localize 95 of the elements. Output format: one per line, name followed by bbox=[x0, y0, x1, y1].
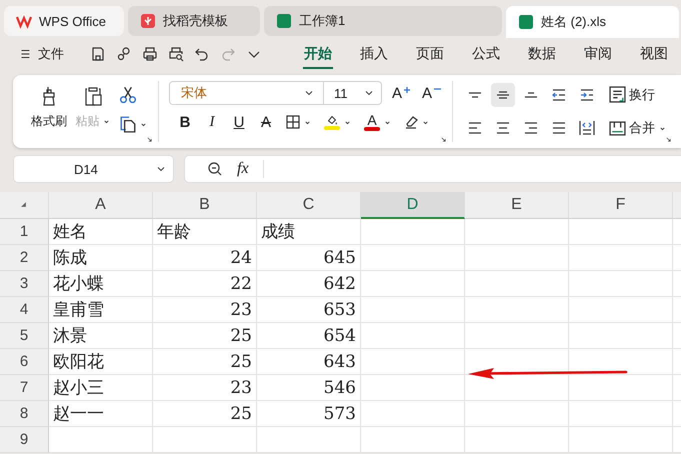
link-icon[interactable] bbox=[116, 46, 132, 62]
borders-icon[interactable] bbox=[285, 114, 301, 130]
table-cell: 645 bbox=[257, 245, 361, 271]
name-box[interactable]: D14 bbox=[13, 155, 174, 183]
align-top-icon bbox=[467, 90, 484, 99]
table-cell: 546 bbox=[257, 375, 361, 401]
spreadsheet-icon bbox=[276, 13, 292, 29]
table-cell: 22 bbox=[153, 271, 257, 297]
italic-button[interactable]: I bbox=[204, 114, 220, 130]
align-middle-button[interactable] bbox=[491, 82, 516, 107]
ribbon-tab[interactable]: 开始 bbox=[303, 40, 333, 68]
row-header[interactable]: 7 bbox=[0, 375, 49, 401]
bold-button[interactable]: B bbox=[177, 114, 193, 130]
table-cell: 赵小三 bbox=[49, 375, 153, 401]
column-header[interactable]: A bbox=[49, 192, 153, 219]
table-cell: 24 bbox=[153, 245, 257, 271]
window-tab[interactable]: 找稻壳模板 bbox=[128, 6, 260, 36]
increase-indent-icon bbox=[579, 86, 596, 103]
logo-icon bbox=[16, 13, 32, 29]
merge-cells-icon bbox=[609, 120, 626, 137]
function-button[interactable]: fx bbox=[237, 160, 249, 178]
justify-icon bbox=[551, 120, 568, 136]
column-header[interactable]: C bbox=[257, 192, 361, 219]
ribbon-tab[interactable]: 插入 bbox=[359, 40, 389, 68]
table-cell: 陈成 bbox=[49, 245, 153, 271]
column-header[interactable]: E bbox=[465, 192, 569, 219]
window-tab[interactable]: WPS Office bbox=[4, 6, 124, 36]
align-center-icon bbox=[495, 120, 512, 136]
window-tab[interactable]: 工作簿1 bbox=[264, 6, 502, 36]
table-cell: 642 bbox=[257, 271, 361, 297]
window-tab[interactable]: 姓名 (2).xls bbox=[506, 6, 679, 38]
table-cell: 25 bbox=[153, 323, 257, 349]
save-icon[interactable] bbox=[90, 46, 106, 62]
spreadsheet-icon bbox=[518, 14, 534, 30]
ribbon-tab[interactable]: 数据 bbox=[527, 40, 557, 68]
table-cell: 653 bbox=[257, 297, 361, 323]
table-cell: 573 bbox=[257, 401, 361, 427]
table-cell: 沐景 bbox=[49, 323, 153, 349]
column-header[interactable]: B bbox=[153, 192, 257, 219]
dialog-launcher-icon[interactable] bbox=[664, 135, 674, 144]
row-header[interactable]: 1 bbox=[0, 219, 49, 245]
file-menu[interactable]: 文件 bbox=[18, 45, 70, 63]
align-left-icon bbox=[467, 120, 484, 136]
undo-icon[interactable] bbox=[194, 46, 210, 62]
row-header[interactable]: 2 bbox=[0, 245, 49, 271]
row-header[interactable]: 9 bbox=[0, 427, 49, 453]
merge-cells-button[interactable]: 合并 bbox=[609, 119, 668, 138]
fill-color-swatch bbox=[324, 126, 340, 130]
table-cell: 年龄 bbox=[153, 219, 257, 245]
table-cell: 成绩 bbox=[257, 219, 361, 245]
row-header[interactable]: 8 bbox=[0, 401, 49, 427]
ribbon-tab[interactable]: 视图 bbox=[639, 40, 669, 68]
table-cell: 花小蝶 bbox=[49, 271, 153, 297]
table-cell: 654 bbox=[257, 323, 361, 349]
dialog-launcher-icon[interactable] bbox=[145, 135, 154, 144]
table-cell: 姓名 bbox=[49, 219, 153, 245]
font-color-swatch bbox=[364, 127, 380, 131]
zoom-out-icon[interactable] bbox=[207, 161, 223, 177]
underline-button[interactable]: U bbox=[231, 114, 247, 130]
align-right-icon bbox=[523, 120, 540, 136]
table-cell: 643 bbox=[257, 349, 361, 375]
table-cell: 欧阳花 bbox=[49, 349, 153, 375]
table-cell: 皇甫雪 bbox=[49, 297, 153, 323]
fill-color-button[interactable] bbox=[323, 114, 341, 130]
dialog-launcher-icon[interactable] bbox=[439, 135, 448, 144]
ribbon-tab[interactable]: 审阅 bbox=[583, 40, 613, 68]
copy-icon[interactable] bbox=[119, 115, 137, 133]
table-cell: 25 bbox=[153, 349, 257, 375]
table-cell: 23 bbox=[153, 375, 257, 401]
table-cell: 23 bbox=[153, 297, 257, 323]
scissors-icon[interactable] bbox=[119, 85, 137, 103]
ribbon-tab[interactable]: 页面 bbox=[415, 40, 445, 68]
strike-button[interactable]: A bbox=[258, 114, 274, 130]
format-painter-button[interactable]: 格式刷 bbox=[27, 81, 71, 142]
row-header[interactable]: 3 bbox=[0, 271, 49, 297]
decrease-indent-icon bbox=[551, 86, 568, 103]
row-header[interactable]: 6 bbox=[0, 349, 49, 375]
table-cell: 25 bbox=[153, 401, 257, 427]
column-header[interactable]: F bbox=[569, 192, 673, 219]
table-cell: 赵一一 bbox=[49, 401, 153, 427]
shrink-font-button[interactable]: A bbox=[422, 84, 442, 102]
eraser-icon[interactable] bbox=[403, 114, 419, 130]
plus-icon bbox=[402, 84, 412, 94]
row-header[interactable]: 4 bbox=[0, 297, 49, 323]
grow-font-button[interactable]: A bbox=[392, 84, 412, 102]
wrap-text-icon bbox=[609, 86, 626, 104]
column-header[interactable]: D bbox=[361, 192, 465, 219]
row-header[interactable]: 5 bbox=[0, 323, 49, 349]
print-preview-icon[interactable] bbox=[168, 46, 184, 62]
distributed-icon bbox=[579, 120, 596, 136]
align-bottom-icon bbox=[523, 92, 540, 98]
font-color-button[interactable]: A bbox=[367, 113, 377, 127]
print-icon[interactable] bbox=[142, 46, 158, 62]
ribbon-tab[interactable]: 公式 bbox=[471, 40, 501, 68]
wrap-text-button[interactable]: 换行 bbox=[609, 86, 668, 104]
